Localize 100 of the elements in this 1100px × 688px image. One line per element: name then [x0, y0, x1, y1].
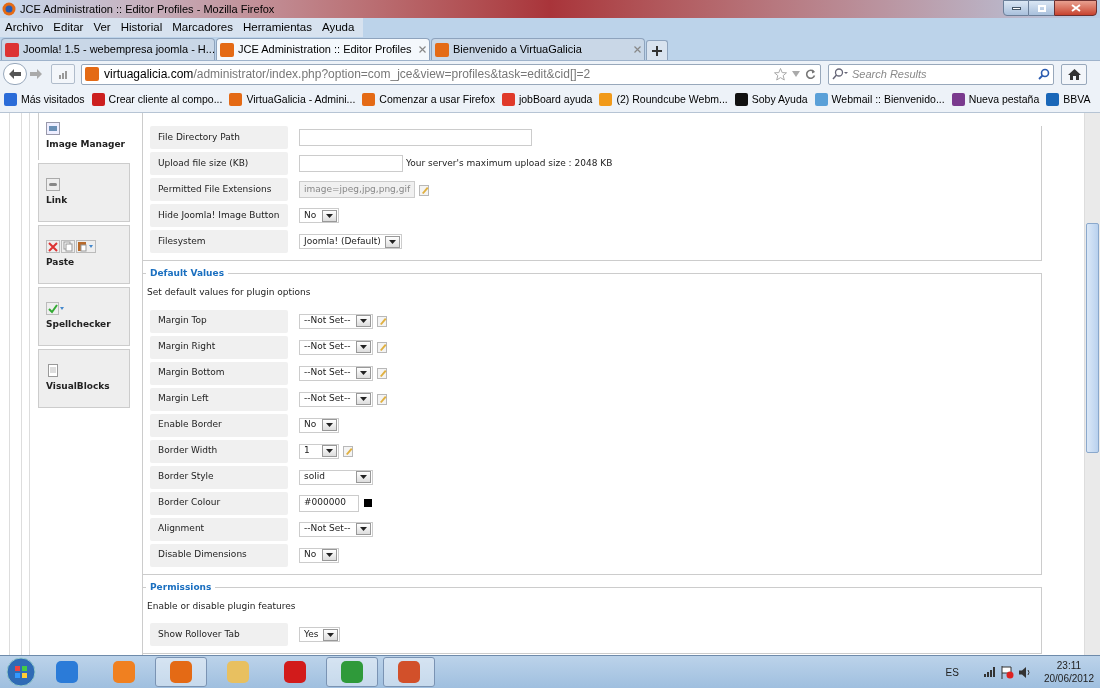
section-description: Enable or disable plugin features [146, 599, 297, 613]
bookmark[interactable]: Nueva pestaña [951, 91, 1040, 108]
dropdown[interactable]: Yes [299, 627, 340, 642]
field-label: Margin Top [150, 309, 288, 333]
plugin-tab[interactable]: VisualBlocks [38, 349, 130, 408]
forward-icon[interactable] [30, 69, 42, 79]
dropdown[interactable]: No [299, 208, 339, 223]
browser-tab[interactable]: Joomla! 1.5 - webempresa joomla - H... [1, 38, 215, 60]
dropdown[interactable]: --Not Set-- [299, 313, 373, 329]
document-icon [46, 363, 60, 377]
dropdown[interactable]: --Not Set-- [299, 391, 373, 407]
scrollbar[interactable] [1084, 113, 1100, 655]
clock-time[interactable]: 23:11 [1056, 659, 1082, 672]
close-tab-icon[interactable] [634, 46, 641, 53]
back-arrow-icon [9, 69, 21, 79]
bookmark[interactable]: Más visitados [4, 91, 85, 108]
bookmark[interactable]: (2) Roundcube Webm... [599, 91, 728, 108]
dropdown[interactable]: No [299, 547, 339, 563]
field-label: Alignment [150, 517, 288, 541]
dropdown-icon[interactable] [792, 71, 800, 77]
new-tab-button[interactable] [646, 40, 668, 60]
dropdown[interactable]: --Not Set-- [299, 521, 373, 537]
flag-icon[interactable] [1000, 665, 1014, 679]
plugin-tab[interactable]: Spellchecker [38, 287, 130, 346]
dropdown[interactable]: Joomla! (Default) [299, 234, 402, 249]
field-label: Filesystem [150, 230, 288, 253]
bookmark[interactable]: Webmail :: Bienvenido... [814, 91, 945, 108]
browser-tab[interactable]: Bienvenido a VirtuaGalicia [431, 38, 645, 60]
spellcheck-icon [46, 301, 66, 315]
image-icon [46, 121, 60, 135]
dropdown[interactable]: --Not Set-- [299, 365, 373, 381]
color-field[interactable]: #000000 [299, 494, 359, 512]
field-label: Border Style [150, 465, 288, 489]
address-bar[interactable]: virtuagalicia.com/administrator/index.php?option=com_jce&view=profiles&task=edit&cid[]=2 [81, 63, 821, 85]
menu-item[interactable]: Ver [88, 18, 116, 37]
field-label: Margin Bottom [150, 361, 288, 385]
home-button[interactable] [1061, 63, 1087, 85]
minimize-button[interactable] [1003, 0, 1029, 16]
text-field[interactable] [299, 155, 403, 172]
menu-item[interactable]: Historial [115, 18, 168, 37]
firefox-icon [2, 2, 16, 16]
plugin-tab[interactable]: Paste [38, 225, 130, 284]
clock-date[interactable]: 20/06/2012 [1043, 672, 1094, 685]
paste-icon [76, 239, 96, 253]
field-label: Enable Border [150, 413, 288, 437]
site-icon [220, 42, 234, 57]
window-title: JCE Administration :: Editor Profiles - Mozilla Firefox [20, 1, 275, 17]
search-field[interactable]: Search Results [828, 63, 1054, 85]
edit-icon[interactable] [343, 445, 354, 457]
bookmark[interactable]: BBVA [1046, 91, 1091, 108]
home-icon [1067, 68, 1081, 80]
close-button[interactable] [1054, 0, 1097, 16]
plugin-tab[interactable]: Link [38, 163, 130, 222]
menu-item[interactable]: Herramientas [237, 18, 317, 37]
search-icon[interactable] [1038, 68, 1050, 80]
edit-icon[interactable] [377, 341, 388, 353]
edit-icon[interactable] [377, 393, 388, 405]
field-label: Border Width [150, 439, 288, 463]
cut-icon [46, 239, 60, 253]
close-tab-icon[interactable] [419, 46, 426, 53]
signal-icon[interactable] [983, 667, 996, 677]
edit-icon[interactable] [377, 315, 388, 327]
menu-item[interactable]: Ayuda [316, 18, 360, 37]
bookmark[interactable]: Comenzar a usar Firefox [362, 91, 495, 108]
close-icon [1070, 4, 1081, 12]
page-stats-button[interactable] [51, 64, 75, 84]
back-button[interactable] [3, 63, 27, 85]
bookmark[interactable]: VirtuaGalicia - Admini... [229, 91, 356, 108]
text-field[interactable] [299, 129, 532, 146]
bookmark[interactable]: Soby Ayuda [734, 91, 808, 108]
bookmark[interactable]: Crear cliente al compo... [91, 91, 223, 108]
color-swatch[interactable] [364, 499, 372, 507]
restore-button[interactable] [1029, 0, 1054, 16]
dropdown[interactable]: --Not Set-- [299, 339, 373, 355]
menu-item[interactable]: Archivo [0, 18, 49, 37]
dropdown[interactable]: solid [299, 469, 373, 485]
field-label: Hide Joomla! Image Button [150, 204, 288, 227]
copy-icon [61, 239, 75, 253]
dropdown[interactable]: 1 [299, 443, 339, 459]
link-icon [46, 177, 60, 191]
site-icon [5, 42, 19, 57]
search-icon [832, 68, 848, 80]
taskbar-app-icon[interactable] [155, 657, 207, 687]
language-indicator[interactable]: ES [945, 664, 959, 680]
speaker-icon[interactable] [1018, 666, 1031, 678]
edit-icon[interactable] [377, 367, 388, 379]
menu-item[interactable]: Editar [48, 18, 89, 37]
taskbar-app-icon[interactable] [383, 657, 435, 687]
taskbar-app-icon[interactable] [326, 657, 378, 687]
start-button[interactable] [6, 657, 36, 687]
dropdown[interactable]: No [299, 417, 339, 433]
bookmark[interactable]: jobBoard ayuda [501, 91, 593, 108]
star-icon[interactable] [774, 67, 787, 81]
field-label: Border Colour [150, 491, 288, 515]
field-label: Show Rollover Tab [150, 623, 288, 646]
browser-tab[interactable]: JCE Administration :: Editor Profiles [216, 38, 430, 60]
menu-item[interactable]: Marcadores [167, 18, 238, 37]
field-label: Disable Dimensions [150, 543, 288, 567]
field-label: File Directory Path [150, 126, 288, 149]
reload-icon[interactable] [805, 68, 816, 80]
